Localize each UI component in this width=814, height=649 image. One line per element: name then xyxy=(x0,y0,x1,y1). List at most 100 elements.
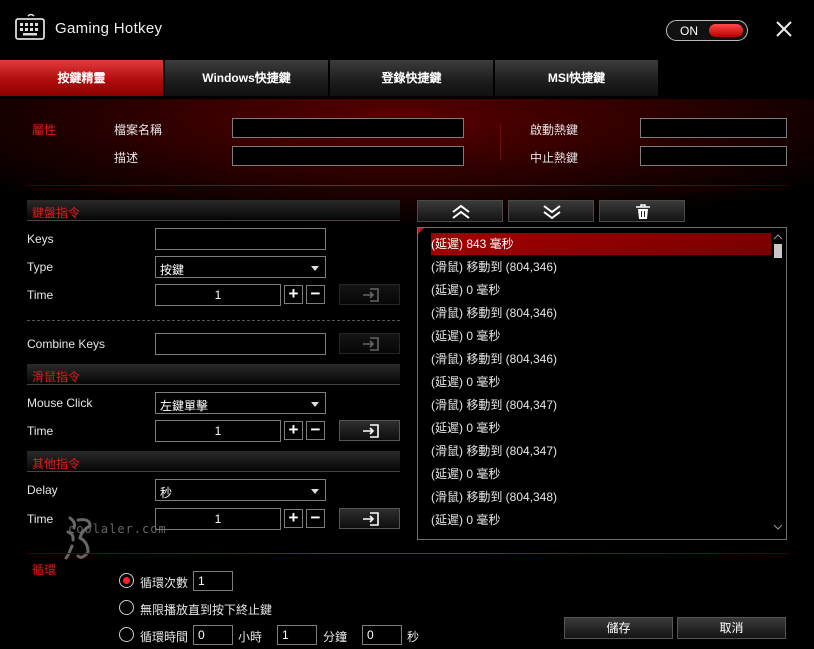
keyboard-time-label: Time xyxy=(27,288,54,302)
command-list-item[interactable]: (延遲) 843 毫秒 xyxy=(431,233,771,255)
properties-separator xyxy=(28,185,788,186)
loop-count-radio[interactable] xyxy=(119,573,134,588)
list-scrollbar[interactable] xyxy=(773,232,783,532)
combine-keys-field[interactable] xyxy=(155,333,326,355)
chevron-down-icon xyxy=(311,489,319,494)
tab-windows-shortcuts[interactable]: Windows快捷鍵 xyxy=(165,60,329,96)
tab-registered-shortcuts[interactable]: 登錄快捷鍵 xyxy=(330,60,494,96)
close-icon[interactable] xyxy=(772,17,796,41)
loop-separator xyxy=(28,553,788,554)
power-toggle[interactable]: ON xyxy=(666,20,748,41)
command-list-item[interactable]: (滑鼠) 移動到 (804,346) xyxy=(431,302,771,324)
delete-button[interactable] xyxy=(599,200,685,222)
app-title: Gaming Hotkey xyxy=(55,20,163,37)
insert-icon xyxy=(363,337,379,351)
command-list-item[interactable]: (滑鼠) 移動到 (804,348) xyxy=(431,486,771,508)
start-hotkey-label: 啟動熱鍵 xyxy=(530,123,579,137)
properties-section-label: 屬性 xyxy=(32,123,57,137)
command-list-item[interactable]: (滑鼠) 移動到 (804,347) xyxy=(431,440,771,462)
loop-hours-unit: 小時 xyxy=(238,630,263,644)
mouse-time-field[interactable]: 1 xyxy=(155,420,281,442)
stop-hotkey-field[interactable] xyxy=(640,146,787,166)
mouse-click-select[interactable]: 左鍵單擊 xyxy=(155,392,326,414)
mouse-time-label: Time xyxy=(27,424,54,438)
double-chevron-up-icon xyxy=(452,204,470,219)
double-chevron-down-icon xyxy=(543,205,561,220)
start-hotkey-field[interactable] xyxy=(640,118,787,138)
loop-section-label: 循環 xyxy=(32,563,57,577)
command-list-item[interactable]: (延遲) 0 毫秒 xyxy=(431,325,771,347)
keyboard-section-header: 鍵盤指令 xyxy=(27,200,400,221)
properties-divider xyxy=(500,124,501,160)
chevron-down-icon xyxy=(311,266,319,271)
keyboard-dashed-divider xyxy=(27,320,400,321)
list-corner-marker xyxy=(418,228,424,234)
description-field[interactable] xyxy=(232,146,464,166)
loop-hours-field[interactable]: 0 xyxy=(193,625,233,645)
loop-minutes-field[interactable]: 1 xyxy=(277,625,317,645)
mouse-section-label: 滑鼠指令 xyxy=(32,370,81,384)
other-section-header: 其他指令 xyxy=(27,451,400,472)
mouse-section-header: 滑鼠指令 xyxy=(27,364,400,385)
file-name-label: 檔案名稱 xyxy=(114,123,163,137)
loop-until-stop-radio[interactable] xyxy=(119,600,134,615)
keyboard-time-field[interactable]: 1 xyxy=(155,284,281,306)
cancel-button[interactable]: 取消 xyxy=(677,617,786,639)
command-list-item[interactable]: (延遲) 0 毫秒 xyxy=(431,463,771,485)
toggle-label: ON xyxy=(680,24,698,38)
file-name-field[interactable] xyxy=(232,118,464,138)
keys-field[interactable] xyxy=(155,228,326,250)
command-list[interactable]: (延遲) 843 毫秒 (滑鼠) 移動到 (804,346) (延遲) 0 毫秒 (滑… xyxy=(417,227,787,540)
combine-keys-label: Combine Keys xyxy=(27,337,106,351)
loop-count-label: 循環次數 xyxy=(140,576,189,590)
keys-label: Keys xyxy=(27,232,54,246)
mouse-click-select-value: 左鍵單擊 xyxy=(160,399,209,413)
keyboard-time-plus-button[interactable]: + xyxy=(284,285,303,304)
description-label: 描述 xyxy=(114,151,139,165)
other-section-label: 其他指令 xyxy=(32,457,81,471)
other-time-field[interactable]: 1 xyxy=(155,508,281,530)
move-up-button[interactable] xyxy=(417,200,503,222)
command-list-item[interactable]: (延遲) 0 毫秒 xyxy=(431,509,771,531)
loop-minutes-unit: 分鐘 xyxy=(323,630,348,644)
type-label: Type xyxy=(27,260,54,274)
mouse-click-label: Mouse Click xyxy=(27,396,93,410)
move-down-button[interactable] xyxy=(508,200,594,222)
keyboard-icon xyxy=(15,13,45,41)
insert-combine-button[interactable] xyxy=(339,333,400,354)
other-time-minus-button[interactable]: − xyxy=(306,509,325,528)
mouse-time-plus-button[interactable]: + xyxy=(284,421,303,440)
save-button[interactable]: 儲存 xyxy=(564,617,673,639)
watermark-text: coolaler.com xyxy=(68,522,167,536)
loop-until-stop-label: 無限播放直到按下終止鍵 xyxy=(140,603,273,617)
mouse-time-minus-button[interactable]: − xyxy=(306,421,325,440)
loop-count-field[interactable]: 1 xyxy=(193,571,233,591)
delay-label: Delay xyxy=(27,483,58,497)
insert-mouse-button[interactable] xyxy=(339,420,400,441)
insert-delay-button[interactable] xyxy=(339,508,400,529)
type-select-value: 按鍵 xyxy=(160,263,185,277)
insert-keyboard-button[interactable] xyxy=(339,284,400,305)
chevron-down-icon xyxy=(311,402,319,407)
delay-unit-select-value: 秒 xyxy=(160,486,173,500)
command-list-item[interactable]: (滑鼠) 移動到 (804,347) xyxy=(431,394,771,416)
stop-hotkey-label: 中止熱鍵 xyxy=(530,151,579,165)
watermark-brush-mark xyxy=(64,512,94,562)
command-list-item[interactable]: (滑鼠) 移動到 (804,346) xyxy=(431,348,771,370)
insert-icon xyxy=(363,424,379,438)
delay-unit-select[interactable]: 秒 xyxy=(155,479,326,501)
tab-msi-shortcuts[interactable]: MSI快捷鍵 xyxy=(495,60,659,96)
loop-seconds-field[interactable]: 0 xyxy=(362,625,402,645)
loop-time-radio[interactable] xyxy=(119,627,134,642)
command-list-item[interactable]: (延遲) 0 毫秒 xyxy=(431,279,771,301)
keyboard-time-minus-button[interactable]: − xyxy=(306,285,325,304)
insert-icon xyxy=(363,288,379,302)
keyboard-section-label: 鍵盤指令 xyxy=(32,206,81,220)
insert-icon xyxy=(363,512,379,526)
tab-macro[interactable]: 按鍵精靈 xyxy=(0,60,164,96)
command-list-item[interactable]: (延遲) 0 毫秒 xyxy=(431,417,771,439)
type-select[interactable]: 按鍵 xyxy=(155,256,326,278)
command-list-item[interactable]: (延遲) 0 毫秒 xyxy=(431,371,771,393)
command-list-item[interactable]: (滑鼠) 移動到 (804,346) xyxy=(431,256,771,278)
other-time-plus-button[interactable]: + xyxy=(284,509,303,528)
